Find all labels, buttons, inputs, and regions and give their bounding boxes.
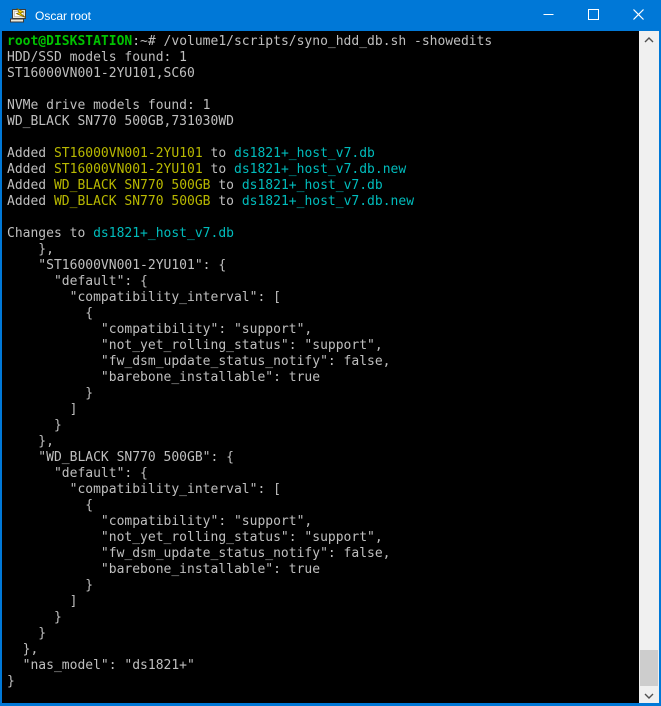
terminal-line: WD_BLACK SN770 500GB,731030WD: [7, 114, 639, 130]
caption-buttons: [526, 0, 661, 31]
maximize-icon: [588, 7, 599, 25]
terminal-line: HDD/SSD models found: 1: [7, 50, 639, 66]
terminal-line: "compatibility_interval": [: [7, 482, 639, 498]
terminal-line: }: [7, 418, 639, 434]
terminal-line: Added ST16000VN001-2YU101 to ds1821+_hos…: [7, 162, 639, 178]
terminal-line: "compatibility": "support",: [7, 514, 639, 530]
terminal-line: Changes to ds1821+_host_v7.db: [7, 226, 639, 242]
maximize-button[interactable]: [571, 0, 616, 31]
terminal-output[interactable]: root@DISKSTATION:~# /volume1/scripts/syn…: [2, 31, 639, 703]
putty-app-icon[interactable]: [9, 8, 28, 24]
terminal-line: "ST16000VN001-2YU101": {: [7, 258, 639, 274]
terminal-line: [7, 210, 639, 226]
terminal-line: "fw_dsm_update_status_notify": false,: [7, 546, 639, 562]
terminal-line: "compatibility_interval": [: [7, 290, 639, 306]
terminal-line: "WD_BLACK SN770 500GB": {: [7, 450, 639, 466]
chevron-up-icon: [644, 30, 654, 48]
terminal-line: "barebone_installable": true: [7, 562, 639, 578]
terminal-line: "barebone_installable": true: [7, 370, 639, 386]
terminal-line: "default": {: [7, 466, 639, 482]
scroll-down-button[interactable]: [639, 687, 659, 703]
terminal-line: }: [7, 626, 639, 642]
terminal-line: },: [7, 434, 639, 450]
terminal-line: }: [7, 578, 639, 594]
terminal-line: Added WD_BLACK SN770 500GB to ds1821+_ho…: [7, 178, 639, 194]
titlebar[interactable]: Oscar root: [0, 0, 661, 31]
terminal-line: [7, 130, 639, 146]
terminal-line: },: [7, 642, 639, 658]
scroll-up-button[interactable]: [639, 31, 659, 47]
scrollbar-thumb[interactable]: [640, 650, 658, 686]
terminal-line: [7, 82, 639, 98]
minimize-button[interactable]: [526, 0, 571, 31]
terminal-line: ]: [7, 594, 639, 610]
terminal-line: ]: [7, 402, 639, 418]
putty-window: Oscar root ro: [0, 0, 661, 706]
terminal-line: "not_yet_rolling_status": "support",: [7, 530, 639, 546]
terminal-line: "not_yet_rolling_status": "support",: [7, 338, 639, 354]
terminal-line: }: [7, 674, 639, 690]
terminal-line: Added WD_BLACK SN770 500GB to ds1821+_ho…: [7, 194, 639, 210]
scrollbar[interactable]: [639, 31, 659, 703]
terminal-line: }: [7, 610, 639, 626]
terminal-line: "fw_dsm_update_status_notify": false,: [7, 354, 639, 370]
terminal-line: {: [7, 306, 639, 322]
terminal-line: {: [7, 498, 639, 514]
terminal-line: }: [7, 386, 639, 402]
terminal-line: Added ST16000VN001-2YU101 to ds1821+_hos…: [7, 146, 639, 162]
terminal-line: "compatibility": "support",: [7, 322, 639, 338]
minimize-icon: [543, 7, 554, 25]
terminal-line: },: [7, 242, 639, 258]
window-title: Oscar root: [35, 9, 526, 23]
terminal-line: NVMe drive models found: 1: [7, 98, 639, 114]
close-icon: [633, 7, 644, 25]
terminal-line: ST16000VN001-2YU101,SC60: [7, 66, 639, 82]
chevron-down-icon: [644, 686, 654, 704]
close-button[interactable]: [616, 0, 661, 31]
terminal-line: root@DISKSTATION:~# /volume1/scripts/syn…: [7, 34, 639, 50]
window-body: root@DISKSTATION:~# /volume1/scripts/syn…: [2, 31, 659, 703]
terminal-line: "default": {: [7, 274, 639, 290]
terminal-line: "nas_model": "ds1821+": [7, 658, 639, 674]
